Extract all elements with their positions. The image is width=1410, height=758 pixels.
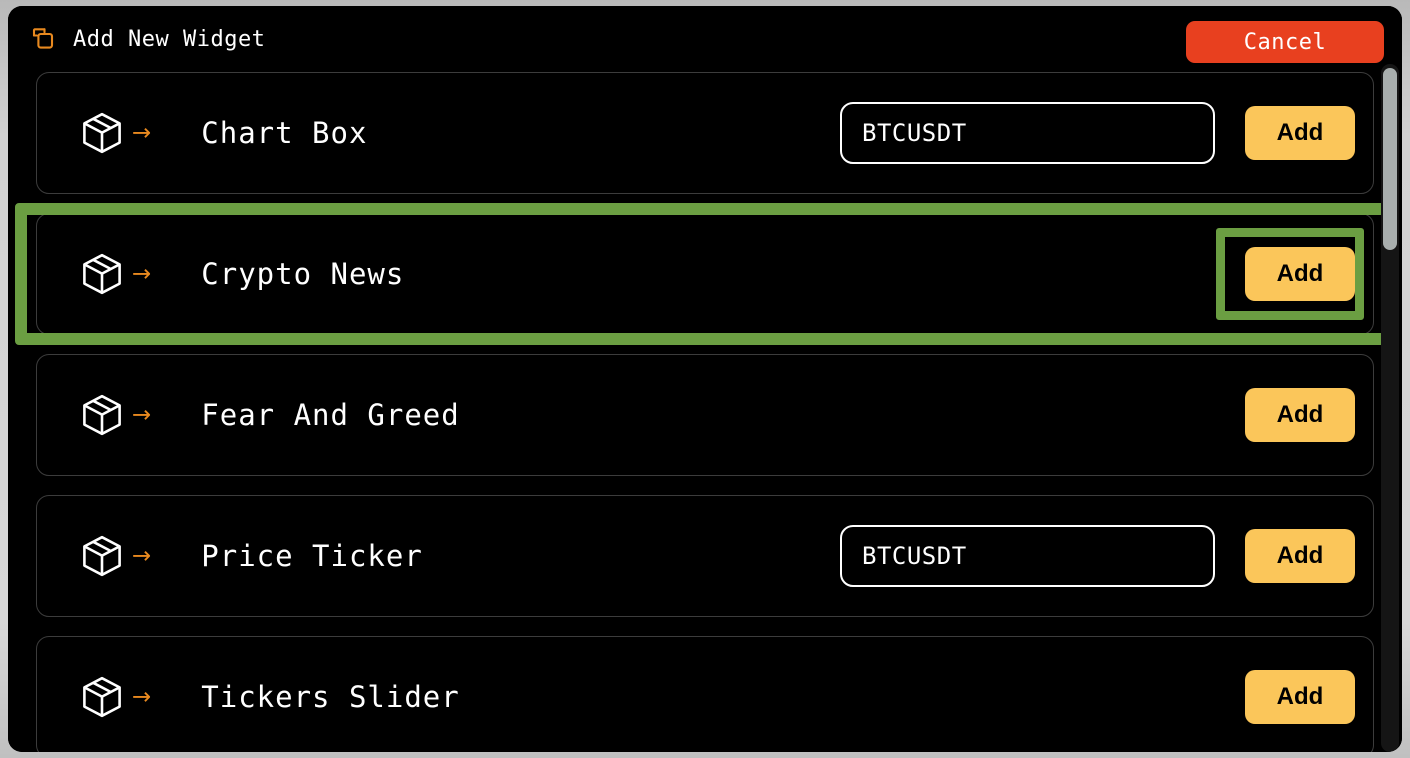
widget-name-label: Price Ticker bbox=[201, 539, 423, 573]
add-widget-button[interactable]: Add bbox=[1245, 529, 1355, 583]
arrow-right-icon: → bbox=[132, 401, 152, 428]
widget-row[interactable]: → Fear And Greed Add bbox=[36, 354, 1374, 476]
widget-row[interactable]: → Chart Box Add bbox=[36, 72, 1374, 194]
widget-row[interactable]: → Price Ticker Add bbox=[36, 495, 1374, 617]
widget-row-wrapper: → Price Ticker Add bbox=[36, 495, 1374, 617]
package-box-icon bbox=[79, 674, 125, 720]
cancel-button[interactable]: Cancel bbox=[1186, 21, 1384, 63]
symbol-input[interactable] bbox=[840, 525, 1215, 587]
widget-icon-group: → bbox=[79, 110, 151, 156]
widget-name-label: Fear And Greed bbox=[201, 398, 460, 432]
widget-name-label: Crypto News bbox=[201, 257, 405, 291]
arrow-right-icon: → bbox=[132, 542, 152, 569]
arrow-right-icon: → bbox=[132, 260, 152, 287]
widget-icon-group: → bbox=[79, 674, 151, 720]
package-box-icon bbox=[79, 251, 125, 297]
widget-icon-group: → bbox=[79, 251, 151, 297]
widget-name-label: Chart Box bbox=[201, 116, 368, 150]
widget-icon-group: → bbox=[79, 392, 151, 438]
vertical-scrollbar-track[interactable] bbox=[1381, 64, 1399, 752]
package-box-icon bbox=[79, 533, 125, 579]
dialog-header: Add New Widget Cancel bbox=[8, 6, 1402, 72]
widget-row[interactable]: → Crypto News Add bbox=[36, 213, 1374, 335]
add-widget-button[interactable]: Add bbox=[1245, 106, 1355, 160]
arrow-right-icon: → bbox=[132, 683, 152, 710]
widget-row[interactable]: → Tickers Slider Add bbox=[36, 636, 1374, 752]
add-widget-button[interactable]: Add bbox=[1245, 670, 1355, 724]
package-box-icon bbox=[79, 392, 125, 438]
add-widget-button[interactable]: Add bbox=[1245, 247, 1355, 301]
add-widget-dialog: Add New Widget Cancel → Chart Box Add → Cry… bbox=[8, 6, 1402, 752]
widget-row-wrapper: → Chart Box Add bbox=[36, 72, 1374, 194]
widget-row-wrapper: → Fear And Greed Add bbox=[36, 354, 1374, 476]
page-title: Add New Widget bbox=[73, 26, 266, 52]
add-widget-button[interactable]: Add bbox=[1245, 388, 1355, 442]
widget-row-wrapper: → Tickers Slider Add bbox=[36, 636, 1374, 752]
vertical-scrollbar-thumb[interactable] bbox=[1383, 68, 1397, 250]
widget-name-label: Tickers Slider bbox=[201, 680, 460, 714]
copy-duplicate-icon bbox=[30, 26, 56, 52]
header-left-group: Add New Widget bbox=[22, 26, 265, 52]
arrow-right-icon: → bbox=[132, 119, 152, 146]
widget-icon-group: → bbox=[79, 533, 151, 579]
widget-row-wrapper: → Crypto News Add bbox=[15, 203, 1395, 345]
package-box-icon bbox=[79, 110, 125, 156]
widget-list: → Chart Box Add → Crypto News Add → Fear And … bbox=[8, 72, 1402, 752]
symbol-input[interactable] bbox=[840, 102, 1215, 164]
